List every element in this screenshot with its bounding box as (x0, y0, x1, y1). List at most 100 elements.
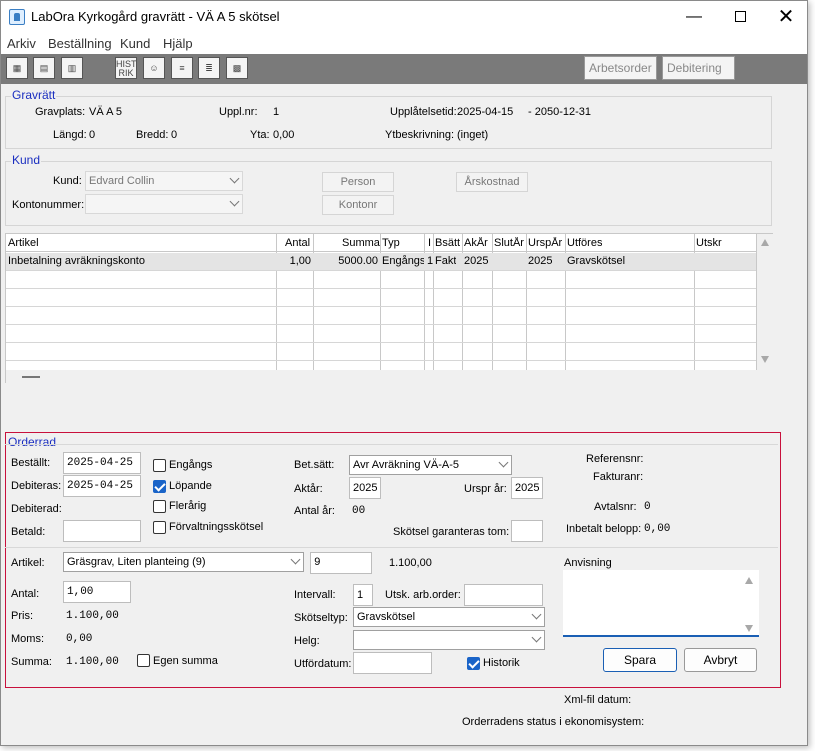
kontonummer-combo[interactable] (85, 194, 243, 214)
lopande-label: Löpande (169, 480, 212, 492)
col-utskr[interactable]: Utskr (696, 237, 722, 249)
menu-hjalp[interactable]: Hjälp (163, 36, 193, 51)
table-vscrollbar[interactable] (757, 234, 773, 370)
kontonr-button[interactable]: Kontonr (322, 195, 394, 215)
col-summa[interactable]: Summa (342, 237, 380, 249)
hscroll-thumb[interactable] (22, 376, 40, 378)
inbetalt-value: 0,00 (644, 523, 671, 535)
fakturanr-label: Fakturanr: (593, 471, 644, 483)
menu-bar: Arkiv Beställning Kund Hjälp (1, 33, 807, 54)
grave-edit-icon[interactable]: ≡ (171, 57, 193, 79)
historik-label: Historik (483, 657, 520, 669)
avbryt-button[interactable]: Avbryt (684, 648, 757, 672)
gravratt-title: Gravrätt (11, 88, 57, 102)
maximize-icon[interactable] (717, 1, 763, 33)
col-antal[interactable]: Antal (285, 237, 310, 249)
debiterad-label: Debiterad: (11, 503, 62, 515)
kund-combo[interactable]: Edvard Collin (85, 171, 243, 191)
scroll-down-icon[interactable] (761, 356, 769, 363)
calendar-icon[interactable]: ▦ (6, 57, 28, 79)
col-utfores[interactable]: Utföres (567, 237, 602, 249)
ytbeskrivning-label: Ytbeskrivning: (385, 129, 455, 141)
grid-icon[interactable]: ▩ (226, 57, 248, 79)
menu-kund[interactable]: Kund (120, 36, 150, 51)
antal-label: Antal: (11, 588, 40, 600)
person-button[interactable]: Person (322, 172, 394, 192)
betsatt-label: Bet.sätt: (294, 459, 335, 471)
historik-checkbox[interactable] (467, 657, 480, 670)
moms-value: 0,00 (66, 633, 93, 645)
lopande-checkbox[interactable] (153, 480, 166, 493)
col-slutar[interactable]: SlutÅr (494, 237, 524, 249)
anvisning-label: Anvisning (564, 557, 612, 569)
egen-summa-label: Egen summa (153, 655, 218, 667)
col-bsatt[interactable]: Bsätt (435, 237, 460, 249)
anvisning-textarea[interactable] (563, 570, 759, 637)
bredd-label: Bredd: (136, 129, 169, 141)
spara-button[interactable]: Spara (603, 648, 677, 672)
utsk-input[interactable] (464, 584, 543, 606)
col-artikel[interactable]: Artikel (8, 237, 39, 249)
egen-summa-checkbox[interactable] (137, 654, 150, 667)
bestallt-input[interactable]: 2025-04-25 (63, 452, 141, 474)
ytbeskrivning-value: (inget) (457, 129, 489, 141)
scroll-up-icon[interactable] (761, 239, 769, 246)
artikel-code-input[interactable]: 9 (310, 552, 372, 574)
debiteras-input[interactable]: 2025-04-25 (63, 475, 141, 497)
arskostnad-button[interactable]: Årskostnad (456, 172, 528, 192)
persons-icon[interactable]: ☺ (143, 57, 165, 79)
col-ursprar[interactable]: UrspÅr (528, 237, 562, 249)
betald-input[interactable] (63, 520, 141, 542)
col-akar[interactable]: AkÅr (464, 237, 488, 249)
bestallt-label: Beställt: (11, 457, 51, 469)
garanteras-input[interactable] (511, 520, 543, 542)
close-icon[interactable]: ✕ (763, 1, 809, 33)
forvaltning-checkbox[interactable] (153, 521, 166, 534)
document-icon[interactable]: ▤ (33, 57, 55, 79)
skotseltyp-combo[interactable]: Gravskötsel (353, 607, 545, 627)
row-typ: Engångs (382, 255, 424, 267)
menu-bestallning[interactable]: Beställning (48, 36, 112, 51)
row-bsatt: Fakt (435, 255, 457, 267)
aktar-input[interactable]: 2025 (349, 477, 381, 499)
antalar-value: 00 (352, 505, 366, 517)
ursprar-input[interactable]: 2025 (511, 477, 543, 499)
table-row[interactable]: Inbetalning avräkningskonto 1,00 5000.00… (6, 253, 756, 270)
ursprar-label: Urspr år: (464, 483, 507, 495)
helg-combo[interactable] (353, 630, 545, 650)
arbetsorder-button[interactable]: Arbetsorder (584, 56, 657, 80)
minimize-icon[interactable]: — (671, 1, 717, 33)
col-i[interactable]: I (428, 237, 431, 249)
history-icon[interactable]: HISTO RIK (115, 57, 137, 79)
status-label: Orderradens status i ekonomisystem: (462, 716, 645, 728)
engangs-checkbox[interactable] (153, 459, 166, 472)
flerarig-checkbox[interactable] (153, 500, 166, 513)
artikel-combo[interactable]: Gräsgrav, Liten planteing (9) (63, 552, 304, 572)
intervall-label: Intervall: (294, 589, 336, 601)
table-hscrollbar[interactable] (6, 370, 773, 383)
betsatt-combo[interactable]: Avr Avräkning VÄ-A-5 (349, 455, 512, 475)
print-icon[interactable]: ▥ (61, 57, 83, 79)
articles-table: Artikel Antal Summa Typ I Bsätt AkÅr Slu… (5, 233, 773, 383)
scroll-up-icon[interactable] (745, 577, 753, 584)
title-bar: LabOra Kyrkogård gravrätt - VÄ A 5 sköts… (1, 1, 807, 33)
antal-input[interactable]: 1,00 (63, 581, 131, 603)
app-icon (9, 9, 25, 25)
chevron-down-icon (498, 457, 509, 468)
col-typ[interactable]: Typ (382, 237, 400, 249)
artikel-price: 1.100,00 (389, 557, 432, 569)
gravplats-value: VÄ A 5 (89, 106, 123, 118)
utfordatum-input[interactable] (353, 652, 432, 674)
kontonummer-label: Kontonummer: (12, 199, 85, 211)
debitering-button[interactable]: Debitering (662, 56, 735, 80)
menu-arkiv[interactable]: Arkiv (7, 36, 36, 51)
grave-kyk-icon[interactable]: ≣ (198, 57, 220, 79)
intervall-input[interactable]: 1 (353, 584, 373, 606)
yta-label: Yta: (250, 129, 270, 141)
row-antal: 1,00 (289, 255, 311, 267)
window-title: LabOra Kyrkogård gravrätt - VÄ A 5 sköts… (31, 9, 280, 24)
row-artikel: Inbetalning avräkningskonto (8, 255, 145, 267)
toolbar: ▦ ▤ ▥ HISTO RIK ☺ ≡ ≣ ▩ Arbetsorder Debi… (1, 54, 807, 84)
scroll-down-icon[interactable] (745, 625, 753, 632)
avtalsnr-value: 0 (644, 501, 651, 513)
